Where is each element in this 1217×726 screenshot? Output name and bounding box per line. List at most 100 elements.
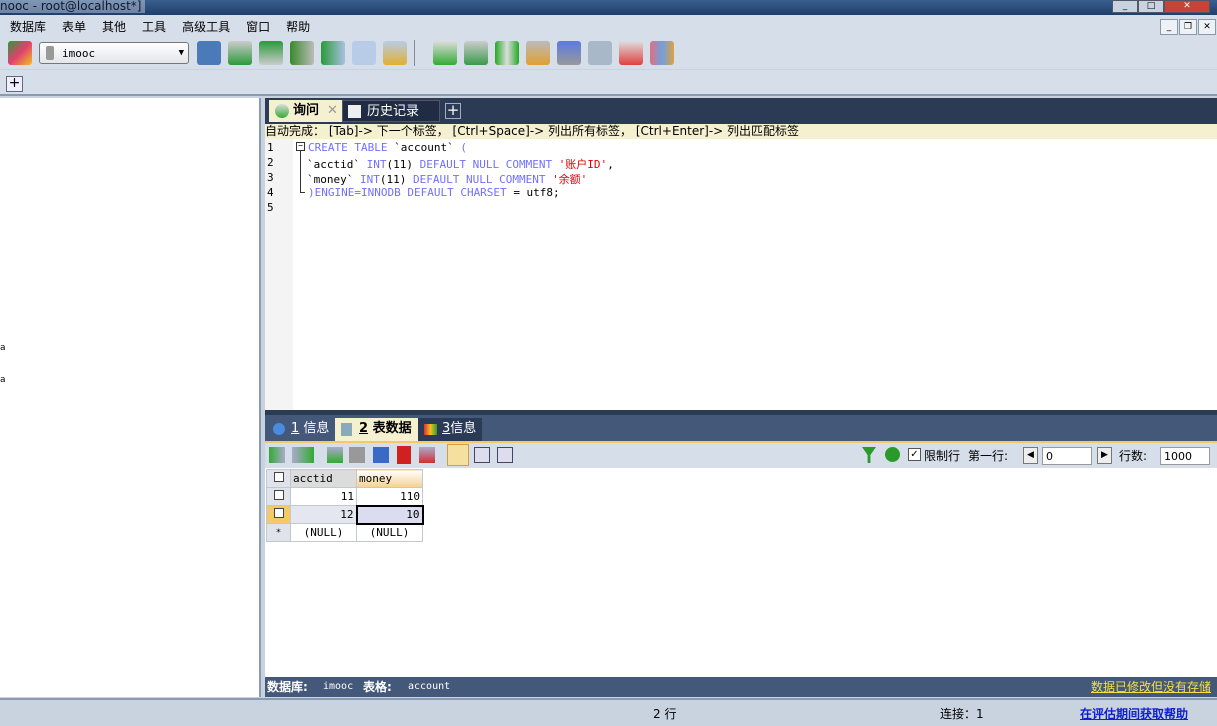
code-token: `account` xyxy=(394,141,461,154)
duplicate-row-icon[interactable] xyxy=(292,447,314,463)
database-select[interactable]: imooc ▼ xyxy=(39,42,189,64)
query-builder-icon[interactable] xyxy=(588,41,612,65)
cancel-changes-icon[interactable] xyxy=(419,447,435,463)
connection-count: 连接：1 xyxy=(940,707,984,721)
database-icon xyxy=(46,46,54,60)
code-token: INT xyxy=(366,158,387,171)
schema-icon[interactable] xyxy=(619,41,643,65)
schedule-icon[interactable] xyxy=(433,41,457,65)
code-token: '账户ID' xyxy=(558,158,608,171)
save-icon[interactable] xyxy=(373,447,389,463)
close-tab-icon[interactable]: ✕ xyxy=(327,103,338,118)
restore-database-icon[interactable] xyxy=(259,41,283,65)
new-connection-icon[interactable] xyxy=(8,41,32,65)
code-token: )ENGINE=INNODB DEFAULT CHARSET xyxy=(308,186,514,199)
menu-tools[interactable]: 工具 xyxy=(142,18,166,35)
chevron-down-icon: ▼ xyxy=(178,48,184,58)
line-number: 3 xyxy=(267,171,274,184)
tab-num: 2 xyxy=(359,421,369,436)
column-header-money[interactable]: money xyxy=(356,469,423,488)
menu-table[interactable]: 表单 xyxy=(62,18,86,35)
table-icon xyxy=(341,423,352,436)
delete-icon[interactable] xyxy=(397,446,411,464)
menu-database[interactable]: 数据库 xyxy=(10,18,46,35)
row-checkbox[interactable] xyxy=(266,505,291,524)
user-manager-icon[interactable] xyxy=(197,41,221,65)
table-value: account xyxy=(408,681,451,692)
tree-item[interactable]: a xyxy=(0,343,6,353)
backup-database-icon[interactable] xyxy=(228,41,252,65)
tab-history[interactable]: 历史记录 xyxy=(342,100,440,122)
maximize-button[interactable]: □ xyxy=(1138,0,1164,13)
add-row-icon[interactable] xyxy=(327,447,343,463)
object-browser[interactable]: a a xyxy=(0,98,261,697)
code-token: `money` xyxy=(307,173,360,186)
import-table-icon[interactable] xyxy=(321,41,345,65)
cell-money-selected[interactable]: 10 xyxy=(355,504,424,525)
cell-acctid[interactable]: (NULL) xyxy=(290,523,357,542)
import-icon[interactable] xyxy=(290,41,314,65)
mdi-close-button[interactable]: ✕ xyxy=(1198,19,1216,35)
cell-money[interactable]: (NULL) xyxy=(356,523,423,542)
connection-tab-strip xyxy=(0,70,1217,96)
insert-row-icon[interactable] xyxy=(269,447,285,463)
rows-count-input[interactable] xyxy=(1160,447,1210,465)
limit-rows-label: 限制行 xyxy=(924,449,961,463)
tab-info[interactable]: 3信息 xyxy=(418,418,483,441)
next-page-button[interactable]: ▶ xyxy=(1097,447,1112,464)
cell-acctid[interactable]: 12 xyxy=(290,505,357,524)
new-connection-tab-button[interactable]: + xyxy=(6,76,23,92)
tab-label: 信息 xyxy=(450,421,477,436)
data-sync-icon[interactable] xyxy=(557,41,581,65)
menu-other[interactable]: 其他 xyxy=(102,18,126,35)
menu-advanced-tools[interactable]: 高级工具 xyxy=(182,18,230,35)
tree-item[interactable]: a xyxy=(0,375,6,385)
result-toolbar: ✓ 限制行 第一行: ◀ ▶ 行数: xyxy=(265,441,1217,468)
mdi-minimize-button[interactable]: _ xyxy=(1160,19,1178,35)
new-query-tab-button[interactable]: + xyxy=(445,103,461,119)
mdi-restore-button[interactable]: ❐ xyxy=(1179,19,1197,35)
result-grid: acctid money 11 110 12 10 * (NULL) (NULL) xyxy=(265,468,1217,677)
fold-collapse-icon[interactable]: − xyxy=(296,142,305,151)
app-status-bar: 2 行 连接：1 在评估期间获取帮助 xyxy=(0,698,1217,726)
line-number: 2 xyxy=(267,156,274,169)
tab-messages[interactable]: 1 信息 xyxy=(267,418,335,441)
sql-editor[interactable]: 1 CREATE TABLE `account` (2 `acctid` INT(1… xyxy=(265,139,1217,410)
filter-icon[interactable] xyxy=(862,447,876,463)
code-token: , xyxy=(607,158,614,171)
previous-page-button[interactable]: ◀ xyxy=(1023,447,1038,464)
rows-label: 行数: xyxy=(1119,449,1148,463)
refresh-icon[interactable] xyxy=(885,447,900,462)
window-title: nooc - root@localhost*] xyxy=(0,0,146,13)
compare-icon[interactable] xyxy=(495,41,519,65)
copy-row-icon[interactable] xyxy=(349,447,365,463)
limit-rows-checkbox[interactable]: ✓ xyxy=(908,448,921,461)
code-token: ( xyxy=(460,141,467,154)
cell-acctid[interactable]: 11 xyxy=(290,487,357,506)
menu-window[interactable]: 窗口 xyxy=(246,18,270,35)
table-calc-icon[interactable] xyxy=(352,41,376,65)
table-row[interactable]: 11 110 xyxy=(266,487,423,506)
select-all-checkbox[interactable] xyxy=(266,469,291,488)
column-header-acctid[interactable]: acctid xyxy=(290,469,357,488)
row-checkbox[interactable] xyxy=(266,487,291,506)
form-view-button[interactable] xyxy=(474,447,490,463)
menu-help[interactable]: 帮助 xyxy=(286,18,310,35)
table-row[interactable]: 12 10 xyxy=(266,504,424,525)
designer-icon[interactable] xyxy=(650,41,674,65)
new-row[interactable]: * (NULL) (NULL) xyxy=(266,523,423,542)
first-row-input[interactable] xyxy=(1042,447,1092,465)
table-key-icon[interactable] xyxy=(383,41,407,65)
sync-database-icon[interactable] xyxy=(464,41,488,65)
cell-money[interactable]: 110 xyxy=(356,487,423,506)
help-link[interactable]: 在评估期间获取帮助 xyxy=(1080,705,1188,722)
tab-table-data[interactable]: 2 表数据 xyxy=(335,418,418,441)
text-view-button[interactable] xyxy=(497,447,513,463)
unsaved-changes-warning[interactable]: 数据已修改但没有存储 xyxy=(1091,677,1211,697)
code-token: (11) xyxy=(379,173,413,186)
tab-query[interactable]: 询问 ✕ xyxy=(269,100,342,122)
close-button[interactable]: ✕ xyxy=(1164,0,1210,13)
minimize-button[interactable]: _ xyxy=(1112,0,1138,13)
copy-database-icon[interactable] xyxy=(526,41,550,65)
grid-view-button[interactable] xyxy=(447,444,469,466)
